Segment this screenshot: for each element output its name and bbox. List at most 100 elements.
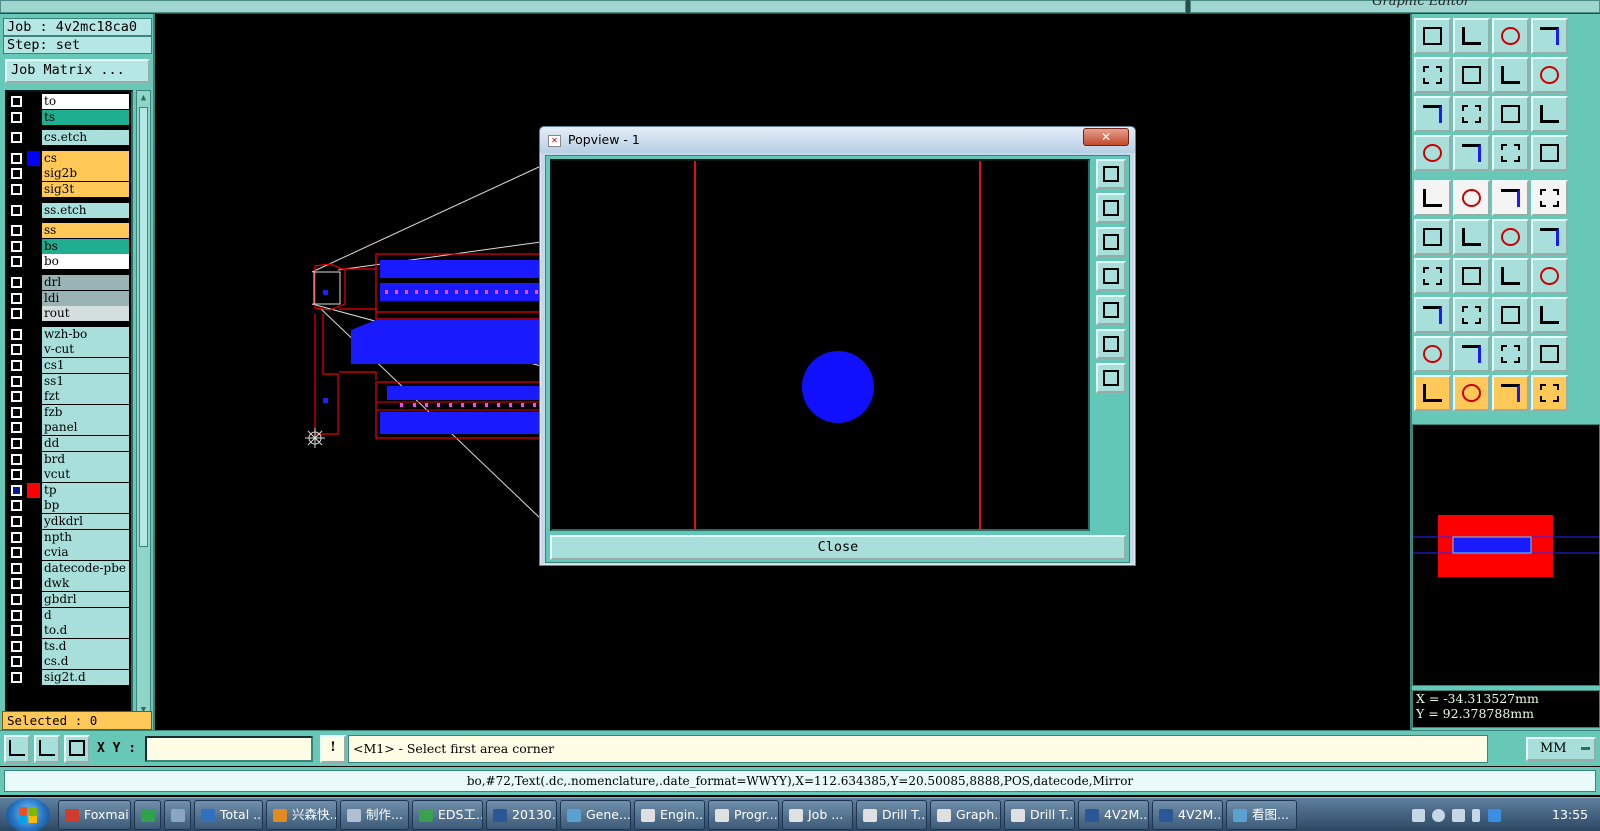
layer-name[interactable]: cvia (42, 545, 129, 561)
layer-name[interactable]: drl (42, 275, 129, 290)
layer-checkbox[interactable] (11, 256, 22, 268)
taskbar-button[interactable]: 兴森快... (266, 800, 337, 830)
layer-row[interactable]: ss.etch (7, 202, 131, 218)
rotate-icon[interactable] (1492, 258, 1529, 294)
layer-color-swatch[interactable] (27, 654, 40, 670)
layer-row[interactable]: panel (7, 420, 131, 436)
layer-color-swatch[interactable] (27, 306, 40, 322)
route-icon[interactable] (1531, 219, 1568, 255)
popview-fit-screen-icon[interactable] (1096, 329, 1126, 359)
taskbar-button[interactable]: Total ... (194, 800, 263, 830)
layer-color-swatch[interactable] (27, 358, 40, 373)
taskbar-button[interactable]: Foxmail (58, 800, 131, 830)
layer-color-swatch[interactable] (27, 275, 40, 290)
align-icon[interactable] (1492, 297, 1529, 333)
fit-all-icon[interactable] (1414, 96, 1451, 132)
layer-checkbox[interactable] (11, 328, 22, 340)
xy-input[interactable] (145, 736, 313, 762)
layer-checkbox[interactable] (11, 516, 22, 527)
taskbar-button[interactable]: 看图... (1226, 800, 1297, 830)
scroll-thumb[interactable] (139, 107, 148, 547)
layer-row[interactable]: sig2t.d (7, 670, 131, 685)
layer-name[interactable]: ts (42, 109, 129, 125)
grid-toggle-icon[interactable] (64, 735, 90, 763)
layer-color-swatch[interactable] (27, 436, 40, 451)
layer-checkbox[interactable] (11, 625, 22, 637)
layer-name[interactable]: ydkdrl (42, 514, 129, 529)
tri-c-icon[interactable] (1492, 336, 1529, 372)
select-path-icon[interactable] (1531, 375, 1568, 411)
layer-name[interactable]: ts.d (42, 638, 129, 654)
connect-icon[interactable] (1414, 219, 1451, 255)
layer-checkbox[interactable] (11, 484, 22, 496)
layer-list[interactable]: to ts cs.etch cs sig2b sig3t ss.etch ss bs bo drl l… (5, 90, 133, 718)
layer-row[interactable]: vcut (7, 467, 131, 483)
taskbar-button[interactable]: Gene... (560, 800, 631, 830)
layer-checkbox[interactable] (11, 96, 22, 107)
layer-row[interactable]: dd (7, 436, 131, 451)
layer-row[interactable]: sig2b (7, 166, 131, 182)
layer-name[interactable]: rout (42, 306, 129, 322)
layer-name[interactable]: cs1 (42, 358, 129, 373)
taskbar-button[interactable]: 4V2M... (1078, 800, 1149, 830)
job-matrix-button[interactable]: Job Matrix ... (5, 59, 150, 83)
layer-row[interactable]: fzt (7, 389, 131, 405)
layer-checkbox[interactable] (11, 594, 22, 605)
layer-row[interactable]: cs (7, 150, 131, 166)
layer-row[interactable]: gbdrl (7, 592, 131, 607)
layer-name[interactable]: dd (42, 436, 129, 451)
layer-color-swatch[interactable] (27, 254, 40, 270)
layer-row[interactable]: brd (7, 451, 131, 467)
layer-name[interactable]: sig2t.d (42, 670, 129, 685)
net-a-icon[interactable] (1492, 135, 1529, 171)
layer-color-swatch[interactable] (27, 150, 40, 166)
layer-row[interactable]: npth (7, 529, 131, 545)
snap-grid-icon[interactable] (4, 735, 30, 763)
layer-checkbox[interactable] (11, 391, 22, 403)
popview-zoom-out-icon[interactable] (1096, 227, 1126, 257)
layer-name[interactable]: fzt (42, 389, 129, 405)
taskbar-button[interactable]: Drill T... (856, 800, 927, 830)
popview-titlebar[interactable]: ✕ Popview - 1 ✕ (540, 127, 1135, 153)
help-icon[interactable] (1432, 809, 1445, 822)
layer-color-swatch[interactable] (27, 498, 40, 514)
layer-row[interactable]: to (7, 94, 131, 109)
layer-row[interactable]: d (7, 607, 131, 623)
taskbar-button[interactable]: Job ... (782, 800, 853, 830)
layer-name[interactable]: bp (42, 498, 129, 514)
layer-name[interactable]: fzb (42, 404, 129, 420)
layer-checkbox[interactable] (11, 375, 22, 387)
layer-color-swatch[interactable] (27, 607, 40, 623)
layer-color-swatch[interactable] (27, 529, 40, 545)
layer-checkbox[interactable] (11, 578, 22, 590)
add-pad-icon[interactable] (1414, 180, 1451, 216)
select-arrow-icon[interactable] (1414, 375, 1451, 411)
layer-color-swatch[interactable] (27, 545, 40, 561)
layer-color-swatch[interactable] (27, 342, 40, 358)
layer-checkbox[interactable] (11, 132, 22, 144)
tri-d-icon[interactable] (1531, 336, 1568, 372)
ruler-icon[interactable] (1492, 180, 1529, 216)
layer-color-swatch[interactable] (27, 451, 40, 467)
layer-name[interactable]: v-cut (42, 342, 129, 358)
popview-close-button[interactable]: Close (550, 535, 1126, 560)
layer-name[interactable]: sig2b (42, 166, 129, 182)
net-b-icon[interactable] (1531, 135, 1568, 171)
layer-name[interactable]: wzh-bo (42, 326, 129, 342)
layer-color-swatch[interactable] (27, 166, 40, 182)
layer-checkbox[interactable] (11, 292, 22, 304)
layer-list-scrollbar[interactable]: ▲ ▼ (136, 90, 151, 718)
pad-node-icon[interactable] (1414, 297, 1451, 333)
layer-row[interactable]: cvia (7, 545, 131, 561)
pan-right-icon[interactable] (1453, 57, 1490, 93)
layer-checkbox[interactable] (11, 168, 22, 180)
popview-fit-height-icon[interactable] (1096, 363, 1126, 393)
layer-color-swatch[interactable] (27, 623, 40, 639)
layer-name[interactable]: gbdrl (42, 592, 129, 607)
layer-name[interactable]: sig3t (42, 182, 129, 197)
clock[interactable]: 13:55 (1552, 807, 1588, 822)
layer-color-swatch[interactable] (27, 670, 40, 685)
layer-checkbox[interactable] (11, 277, 22, 288)
layer-row[interactable]: v-cut (7, 342, 131, 358)
pan-left-icon[interactable] (1414, 57, 1451, 93)
